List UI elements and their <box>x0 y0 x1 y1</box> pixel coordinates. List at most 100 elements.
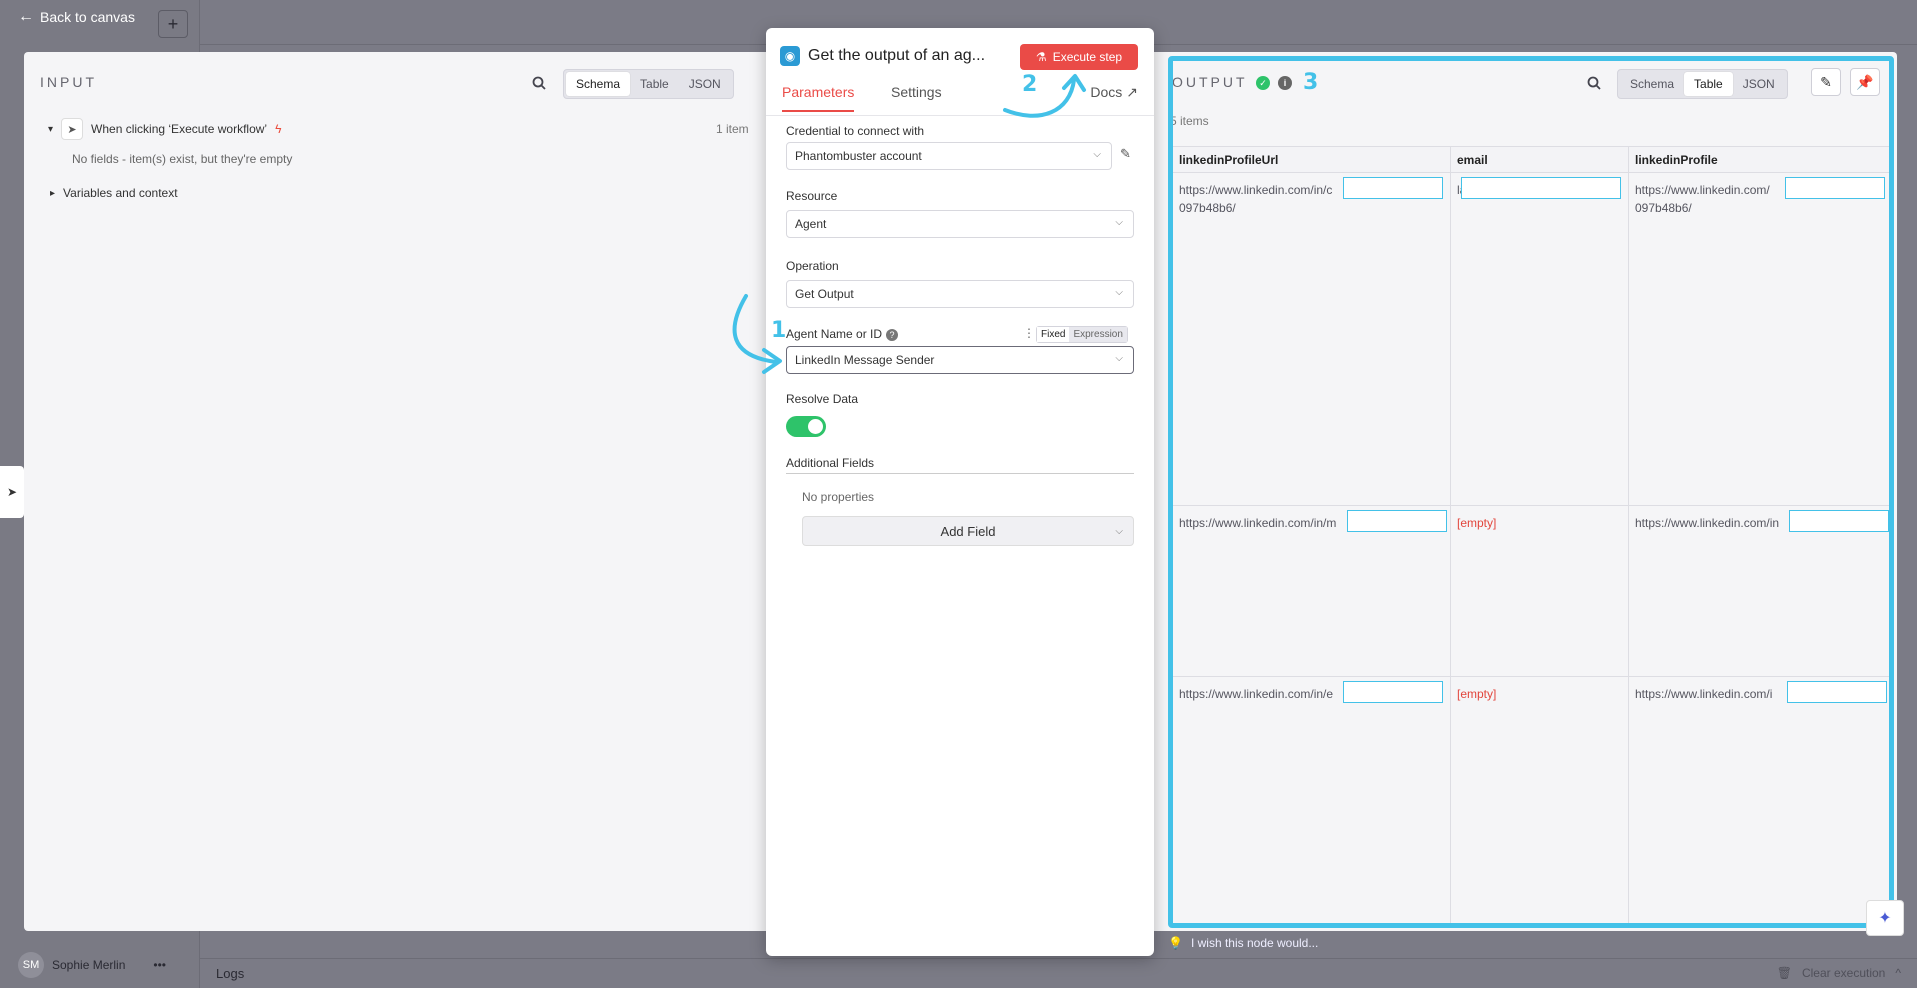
trigger-label: When clicking ‘Execute workflow’ <box>91 122 268 136</box>
resource-select[interactable]: Agent ⌵ <box>786 210 1134 238</box>
credential-label: Credential to connect with <box>786 124 925 138</box>
execute-step-button[interactable]: ⚗ Execute step <box>1020 44 1138 70</box>
search-icon[interactable] <box>530 74 548 92</box>
options-icon[interactable]: ⋮ <box>1023 326 1035 340</box>
lightbulb-icon: 💡 <box>1168 936 1183 950</box>
back-label: Back to canvas <box>40 9 135 25</box>
resource-label: Resource <box>786 189 838 203</box>
clear-execution-label: Clear execution <box>1801 966 1886 980</box>
empty-value: [empty] <box>1457 516 1497 530</box>
table-row: https://www.linkedin.com/in/e [empty] ht… <box>1172 676 1893 927</box>
ai-assistant-icon[interactable]: ✦ <box>1866 900 1904 936</box>
back-to-canvas-link[interactable]: ← Back to canvas <box>18 8 135 26</box>
success-check-icon: ✓ <box>1256 76 1270 90</box>
empty-value: [empty] <box>1457 687 1497 701</box>
operation-select[interactable]: Get Output ⌵ <box>786 280 1134 308</box>
edit-credential-icon[interactable]: ✎ <box>1120 146 1131 162</box>
cell-text: https://www.linkedin.com/in <box>1635 516 1780 530</box>
no-properties-text: No properties <box>802 490 875 504</box>
table-cell[interactable]: https://www.linkedin.com/i <box>1628 676 1893 927</box>
table-cell[interactable]: [empty] <box>1450 505 1629 677</box>
tab-json[interactable]: JSON <box>1733 72 1785 96</box>
table-cell[interactable]: https://www.linkedin.com/in/m <box>1172 505 1451 677</box>
table-cell[interactable]: la <box>1450 172 1629 506</box>
chevron-down-icon: ⌵ <box>1115 217 1123 228</box>
table-row: https://www.linkedin.com/in/m [empty] ht… <box>1172 505 1893 677</box>
pin-icon[interactable]: 📌 <box>1850 68 1880 96</box>
input-panel: INPUT Schema Table JSON ▾ ➤ When clickin… <box>24 52 766 931</box>
tab-parameters[interactable]: Parameters <box>782 84 855 112</box>
chevron-down-icon: ⌵ <box>1115 353 1123 364</box>
resource-value: Agent <box>795 217 827 231</box>
trigger-row[interactable]: ▾ ➤ When clicking ‘Execute workflow’ ϟ <box>48 118 281 140</box>
more-icon[interactable]: ••• <box>153 958 166 972</box>
cursor-click-icon: ➤ <box>61 118 84 140</box>
mode-toggle: Fixed Expression <box>1036 326 1128 343</box>
add-tab-button[interactable]: + <box>158 10 188 38</box>
feedback-link[interactable]: 💡 I wish this node would... <box>1168 936 1318 950</box>
cursor-handle-icon: ➤ <box>0 466 24 518</box>
column-header[interactable]: linkedinProfileUrl <box>1172 146 1451 173</box>
variables-row[interactable]: ▸ Variables and context <box>50 186 178 200</box>
table-header-row: linkedinProfileUrl email linkedinProfile <box>1172 146 1893 173</box>
items-count: 5 items <box>1170 114 1209 128</box>
node-title[interactable]: Get the output of an ag... <box>808 47 985 65</box>
credential-value: Phantombuster account <box>795 149 922 163</box>
redaction-box <box>1789 510 1889 532</box>
cell-text: https://www.linkedin.com/in/e <box>1179 687 1334 701</box>
cell-text: 097b48b6/ <box>1635 201 1692 215</box>
tab-settings[interactable]: Settings <box>891 84 942 110</box>
feedback-label: I wish this node would... <box>1190 936 1319 950</box>
user-profile[interactable]: SM Sophie Merlin ••• <box>18 952 166 978</box>
flask-icon: ⚗ <box>1035 50 1047 64</box>
arrow-left-icon: ← <box>18 8 34 25</box>
tab-table[interactable]: Table <box>630 72 679 96</box>
clear-execution[interactable]: 🗑 Clear execution ^ <box>1777 958 1917 988</box>
tab-schema[interactable]: Schema <box>566 72 631 96</box>
table-cell[interactable]: https://www.linkedin.com/in <box>1628 505 1893 677</box>
cell-text: https://www.linkedin.com/i <box>1635 687 1773 701</box>
trigger-item-count: 1 item <box>716 122 749 136</box>
tab-json[interactable]: JSON <box>679 72 731 96</box>
chevron-down-icon[interactable]: ▾ <box>48 124 53 135</box>
column-header[interactable]: email <box>1450 146 1629 173</box>
tab-schema[interactable]: Schema <box>1620 72 1684 96</box>
bolt-icon: ϟ <box>275 122 282 136</box>
table-cell[interactable]: [empty] <box>1450 676 1629 927</box>
mode-expression[interactable]: Expression <box>1069 327 1127 342</box>
table-cell[interactable]: https://www.linkedin.com/in/c 097b48b6/ <box>1172 172 1451 506</box>
table-cell[interactable]: https://www.linkedin.com/in/e <box>1172 676 1451 927</box>
add-field-button[interactable]: Add Field ⌵ <box>802 516 1134 546</box>
redaction-box <box>1787 681 1887 703</box>
empty-fields-message: No fields - item(s) exist, but they're e… <box>72 152 293 166</box>
redaction-box <box>1785 177 1885 199</box>
output-title: OUTPUT <box>1172 74 1248 90</box>
agent-select[interactable]: LinkedIn Message Sender ⌵ <box>786 346 1134 374</box>
column-header[interactable]: linkedinProfile <box>1628 146 1893 173</box>
redaction-box <box>1461 177 1621 199</box>
annotation-1: 1 <box>771 318 787 343</box>
chevron-up-icon[interactable]: ^ <box>1895 966 1901 980</box>
credential-select[interactable]: Phantombuster account ⌵ <box>786 142 1112 170</box>
docs-link[interactable]: Docs ↗ <box>1090 84 1138 101</box>
resolve-data-toggle[interactable] <box>786 416 826 437</box>
info-icon[interactable]: i <box>1278 76 1292 90</box>
search-icon[interactable] <box>1585 74 1603 92</box>
cell-text: https://www.linkedin.com/ <box>1635 183 1770 197</box>
edit-output-icon[interactable]: ✎ <box>1811 68 1841 96</box>
chevron-right-icon[interactable]: ▸ <box>50 188 55 199</box>
chevron-down-icon: ⌵ <box>1093 149 1101 160</box>
logs-bar[interactable]: Logs <box>200 958 1917 988</box>
table-cell[interactable]: https://www.linkedin.com/097b48b6/ <box>1628 172 1893 506</box>
redaction-box <box>1343 177 1443 199</box>
input-view-toggle: Schema Table JSON <box>563 69 734 99</box>
annotation-3: 3 <box>1303 70 1319 95</box>
add-field-label: Add Field <box>940 523 996 539</box>
mode-fixed[interactable]: Fixed <box>1037 327 1070 342</box>
phantombuster-icon: ◉ <box>780 46 800 66</box>
tab-table[interactable]: Table <box>1684 72 1733 96</box>
help-icon[interactable]: ? <box>886 329 899 341</box>
user-name: Sophie Merlin <box>52 958 126 972</box>
cell-text: https://www.linkedin.com/in/c <box>1179 183 1333 197</box>
output-table: linkedinProfileUrl email linkedinProfile… <box>1172 146 1893 927</box>
